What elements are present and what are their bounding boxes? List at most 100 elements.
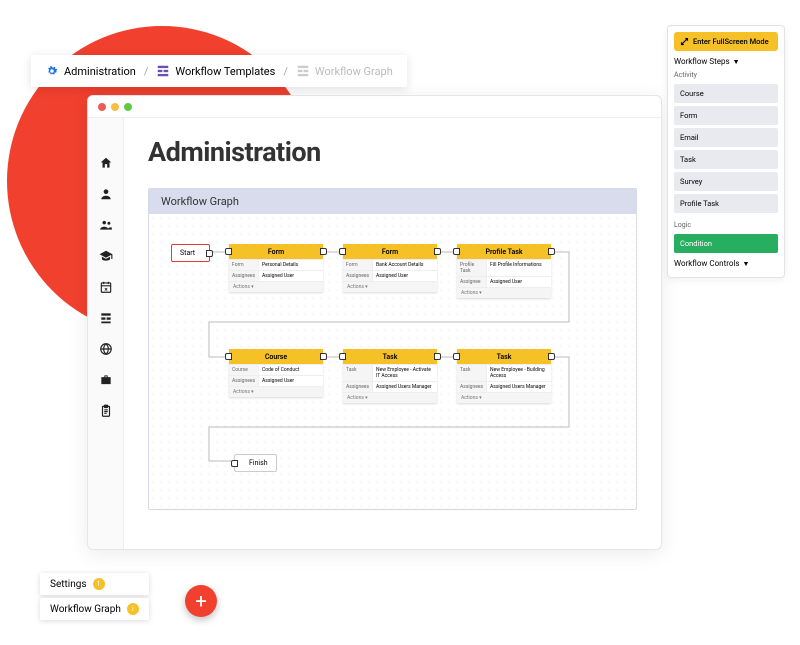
badge: i [127, 603, 139, 615]
row-label: Assignees [343, 382, 373, 392]
node-actions[interactable]: Actions ▾ [457, 392, 551, 403]
tab-label: Workflow Graph [50, 604, 121, 615]
activity-label: Activity [674, 69, 778, 81]
row-label: Assignees [343, 271, 373, 281]
fullscreen-button[interactable]: Enter FullScreen Mode [674, 32, 778, 51]
clipboard-icon[interactable] [99, 404, 113, 418]
education-icon[interactable] [99, 249, 113, 263]
node-actions[interactable]: Actions ▾ [343, 392, 437, 403]
tab-label: Settings [50, 579, 87, 590]
activity-email[interactable]: Email [674, 128, 778, 147]
node-type: Task [497, 353, 512, 361]
start-node[interactable]: Start [171, 244, 210, 262]
breadcrumb-label: Workflow Templates [175, 65, 275, 78]
node-port[interactable] [225, 353, 232, 360]
app-window: Administration Workflow Graph Start [87, 95, 662, 550]
workflow-controls-toggle[interactable]: Workflow Controls ▼ [674, 253, 778, 271]
breadcrumb-separator: / [283, 65, 288, 78]
row-value: Code of Conduct [259, 365, 323, 375]
node-port[interactable] [225, 248, 232, 255]
plus-icon: + [195, 589, 206, 613]
row-label: Assignees [229, 271, 259, 281]
node-port[interactable] [339, 353, 346, 360]
row-label: Form [343, 260, 373, 270]
node-port[interactable] [453, 248, 460, 255]
expand-icon [680, 37, 689, 46]
maximize-dot[interactable] [124, 103, 132, 111]
row-label: Profile Task [457, 260, 487, 276]
row-value: New Employee - Building Access [487, 365, 551, 381]
fullscreen-label: Enter FullScreen Mode [693, 37, 769, 46]
activity-course[interactable]: Course [674, 84, 778, 103]
node-port[interactable] [548, 353, 555, 360]
tab-settings[interactable]: Settings 1 [40, 573, 149, 595]
people-icon[interactable] [99, 218, 113, 232]
globe-icon[interactable] [99, 342, 113, 356]
workflow-node-form-2[interactable]: Form FormBank Account Details AssigneesA… [343, 244, 437, 292]
row-label: Assignees [229, 376, 259, 386]
node-type: Form [268, 248, 284, 256]
close-dot[interactable] [98, 103, 106, 111]
workflow-node-task-1[interactable]: Task TaskNew Employee - Activate IT Acce… [343, 349, 437, 403]
minimize-dot[interactable] [111, 103, 119, 111]
logic-label: Logic [674, 219, 778, 231]
workflow-node-course[interactable]: Course CourseCode of Conduct AssigneesAs… [229, 349, 323, 397]
row-label: Assignees [457, 382, 487, 392]
window-titlebar [88, 96, 661, 118]
activity-task[interactable]: Task [674, 150, 778, 169]
row-value: New Employee - Activate IT Access [373, 365, 437, 381]
row-value: Bank Account Details [373, 260, 437, 270]
graph-panel-header: Workflow Graph [149, 189, 636, 214]
section-label: Workflow Steps [674, 57, 730, 66]
add-fab[interactable]: + [185, 585, 217, 617]
finish-label: Finish [249, 459, 268, 467]
user-icon[interactable] [99, 187, 113, 201]
row-value: Assigned User [373, 271, 437, 281]
briefcase-icon[interactable] [99, 373, 113, 387]
node-port[interactable] [434, 248, 441, 255]
node-actions[interactable]: Actions ▾ [343, 281, 437, 292]
workflow-node-task-2[interactable]: Task TaskNew Employee - Building Access … [457, 349, 551, 403]
breadcrumb-administration[interactable]: Administration [45, 64, 136, 78]
row-value: Assigned User [487, 277, 551, 287]
node-actions[interactable]: Actions ▾ [457, 287, 551, 298]
workflow-node-profile-task[interactable]: Profile Task Profile TaskFill Profile In… [457, 244, 551, 298]
row-value: Assigned User [259, 271, 323, 281]
breadcrumb-templates[interactable]: Workflow Templates [156, 64, 275, 78]
node-port[interactable] [548, 248, 555, 255]
row-label: Form [229, 260, 259, 270]
workflow-steps-toggle[interactable]: Workflow Steps ▼ [674, 51, 778, 69]
graph-icon [296, 64, 310, 78]
calendar-icon[interactable] [99, 280, 113, 294]
row-value: Fill Profile Informations [487, 260, 551, 276]
breadcrumb-label: Workflow Graph [315, 65, 393, 78]
node-port[interactable] [339, 248, 346, 255]
node-port[interactable] [206, 250, 213, 257]
row-value: Personal Details [259, 260, 323, 270]
activity-form[interactable]: Form [674, 106, 778, 125]
node-port[interactable] [453, 353, 460, 360]
node-type: Form [382, 248, 398, 256]
finish-node[interactable]: Finish [234, 454, 277, 472]
caret-down-icon: ▼ [733, 58, 740, 66]
gear-icon [45, 64, 59, 78]
home-icon[interactable] [99, 156, 113, 170]
side-navigation [88, 118, 124, 549]
row-label: Task [343, 365, 373, 381]
node-actions[interactable]: Actions ▾ [229, 281, 323, 292]
workflow-node-form-1[interactable]: Form FormPersonal Details AssigneesAssig… [229, 244, 323, 292]
templates-icon [156, 64, 170, 78]
node-port[interactable] [231, 460, 238, 467]
graph-canvas[interactable]: Start Form FormPersonal Details Assignee… [149, 214, 636, 509]
node-port[interactable] [320, 248, 327, 255]
activity-survey[interactable]: Survey [674, 172, 778, 191]
node-port[interactable] [320, 353, 327, 360]
logic-condition[interactable]: Condition [674, 234, 778, 253]
activity-profile-task[interactable]: Profile Task [674, 194, 778, 213]
main-content: Administration Workflow Graph Start [124, 118, 661, 549]
node-port[interactable] [434, 353, 441, 360]
breadcrumb-separator: / [144, 65, 149, 78]
tab-workflow-graph[interactable]: Workflow Graph i [40, 598, 149, 620]
template-icon[interactable] [99, 311, 113, 325]
node-actions[interactable]: Actions ▾ [229, 386, 323, 397]
